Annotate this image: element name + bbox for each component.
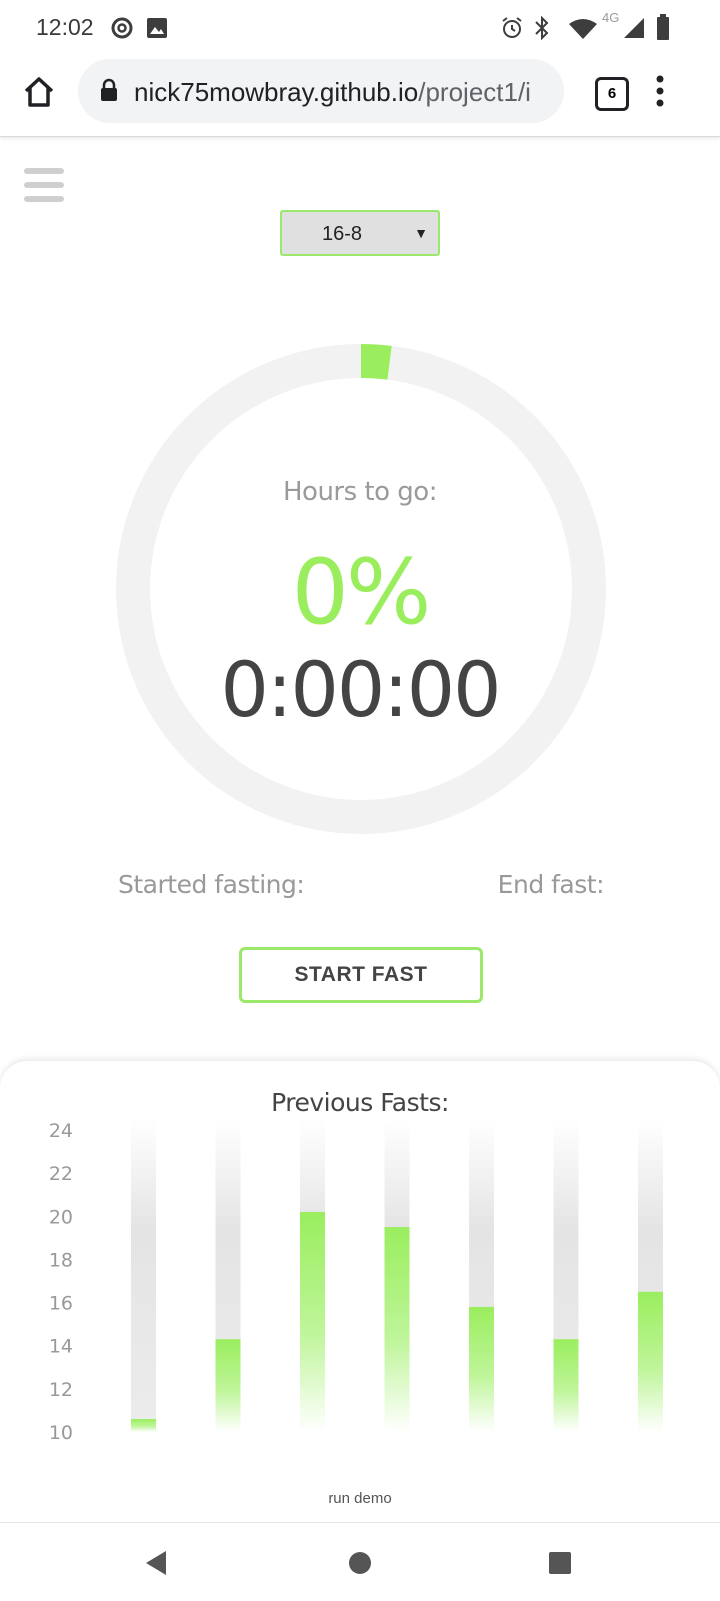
- y-tick-label: 20: [49, 1206, 73, 1228]
- end-fast-label: End fast:: [497, 870, 605, 899]
- home-circle-icon[interactable]: [348, 1551, 372, 1575]
- lock-icon: [101, 78, 117, 101]
- more-vert-icon[interactable]: [654, 74, 666, 108]
- url-text: nick75mowbray.github.io/project1/i: [134, 77, 554, 108]
- hours-to-go-label: Hours to go:: [283, 477, 437, 507]
- fast-bar: [384, 1227, 410, 1432]
- plan-select-value: 16-8: [322, 223, 363, 245]
- menu-line: [24, 182, 64, 188]
- battery-icon: [657, 14, 669, 40]
- bluetooth-icon: [535, 15, 549, 41]
- run-demo-link[interactable]: run demo: [0, 1490, 720, 1507]
- fast-bar: [300, 1211, 325, 1432]
- back-icon[interactable]: [144, 1549, 168, 1577]
- hamburger-menu-icon[interactable]: [24, 168, 64, 204]
- clock: 12:02: [36, 14, 94, 40]
- y-tick-label: 18: [49, 1249, 73, 1271]
- bar-track: [131, 1120, 156, 1432]
- recents-icon[interactable]: [548, 1551, 572, 1575]
- url-field[interactable]: nick75mowbray.github.io/project1/i: [78, 59, 564, 123]
- fast-bar: [215, 1339, 241, 1432]
- previous-fasts-chart: 10 12 14 16 18 20 22 24: [49, 1120, 663, 1444]
- fast-bar: [553, 1339, 579, 1432]
- y-tick-label: 10: [49, 1422, 73, 1444]
- y-tick-label: 16: [49, 1293, 73, 1315]
- started-fasting-label: Started fasting:: [118, 870, 305, 899]
- system-nav-bar: [0, 1522, 720, 1601]
- dropdown-arrow-icon: ▼: [414, 225, 428, 241]
- y-tick-label: 12: [49, 1379, 73, 1401]
- status-bar: 12:02 4G: [0, 0, 720, 56]
- fast-bar: [131, 1419, 156, 1432]
- image-icon: [147, 18, 167, 38]
- progress-percent: 0%: [291, 540, 432, 645]
- y-tick-label: 14: [49, 1336, 73, 1358]
- home-icon[interactable]: [22, 76, 56, 108]
- tab-switcher-button[interactable]: 6: [595, 77, 629, 111]
- url-domain: nick75mowbray.github.io: [134, 77, 419, 107]
- network-type: 4G: [602, 10, 620, 25]
- menu-line: [24, 168, 64, 174]
- pocket-casts-icon: [111, 17, 133, 39]
- alarm-icon: [502, 17, 522, 38]
- menu-line: [24, 196, 64, 202]
- signal-icon: [624, 18, 644, 38]
- wifi-icon: [569, 19, 597, 39]
- start-fast-button[interactable]: START FAST: [239, 947, 483, 1003]
- fast-bar: [469, 1306, 494, 1432]
- countdown-timer: 0:00:00: [220, 645, 502, 734]
- previous-fasts-title: Previous Fasts:: [271, 1088, 449, 1117]
- url-path: /project1/i: [418, 77, 531, 107]
- y-tick-label: 22: [49, 1163, 73, 1185]
- progress-ring-fill: [360, 344, 392, 380]
- fasting-plan-select[interactable]: 16-8 ▼: [280, 210, 440, 256]
- y-tick-label: 24: [49, 1120, 73, 1142]
- fast-bar: [638, 1291, 663, 1432]
- browser-toolbar: nick75mowbray.github.io/project1/i 6: [0, 56, 720, 137]
